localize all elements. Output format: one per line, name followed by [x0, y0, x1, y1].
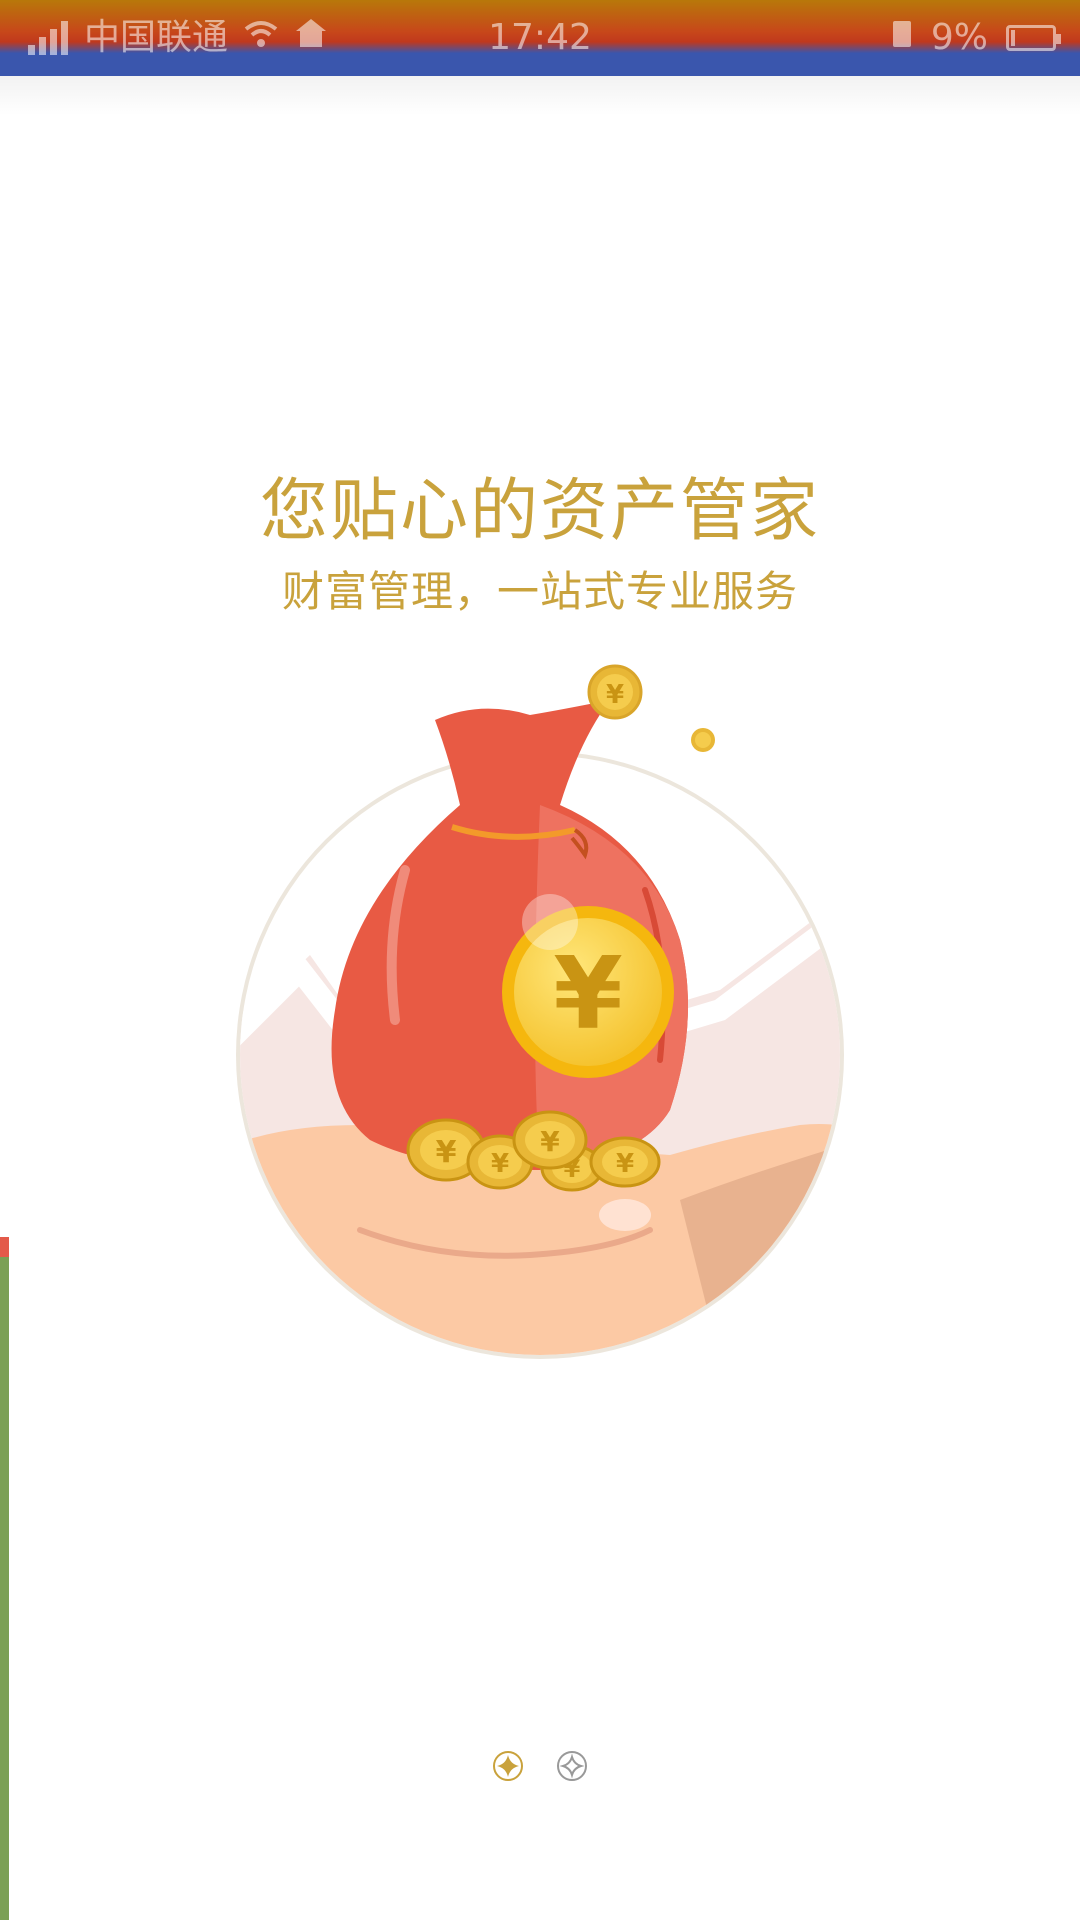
- page-dot-active-icon[interactable]: [492, 1750, 524, 1782]
- svg-text:¥: ¥: [606, 680, 624, 710]
- page-title: 您贴心的资产管家: [259, 472, 820, 551]
- coin-yen-symbol: ¥: [553, 935, 623, 1052]
- sim-icon: [891, 0, 913, 76]
- battery-percent: 9%: [930, 17, 988, 58]
- svg-text:¥: ¥: [491, 1149, 509, 1179]
- svg-text:¥: ¥: [436, 1135, 457, 1170]
- page-dot-inactive-icon[interactable]: [556, 1750, 588, 1782]
- side-strip: [0, 1237, 9, 1920]
- battery-level: [1011, 30, 1015, 46]
- status-bar: 中国联通 17:42 9%: [0, 0, 1080, 76]
- svg-text:¥: ¥: [616, 1149, 634, 1179]
- battery-icon: [1006, 25, 1061, 51]
- status-shadow: [0, 76, 1080, 116]
- status-right: 9%: [891, 0, 1061, 76]
- svg-text:¥: ¥: [540, 1125, 560, 1158]
- page-indicator: [0, 1750, 1080, 1782]
- page-subtitle: 财富管理，一站式专业服务: [281, 567, 798, 616]
- money-bag-illustration: ¥ ¥ ¥ ¥ ¥ ¥ ¥: [236, 664, 844, 1359]
